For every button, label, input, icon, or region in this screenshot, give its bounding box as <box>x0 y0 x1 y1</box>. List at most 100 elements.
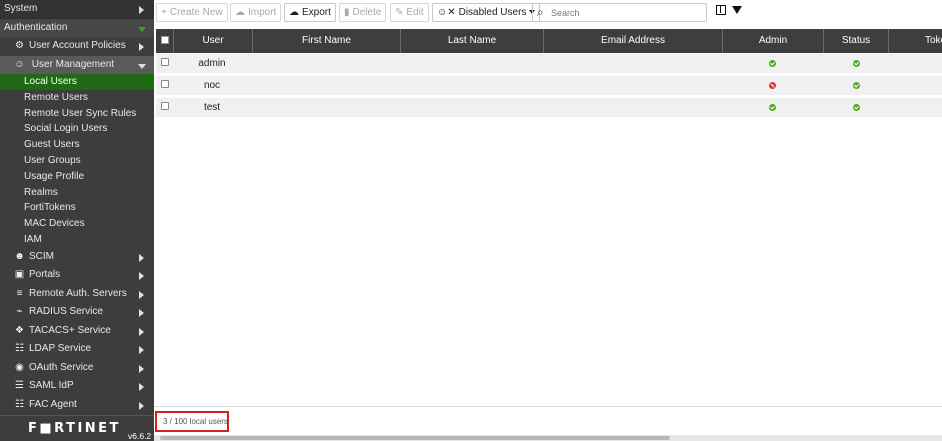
table-row[interactable]: noc <box>156 76 942 95</box>
column-header-first-name[interactable]: First Name <box>253 29 401 53</box>
user-name-cell[interactable]: admin <box>156 54 268 73</box>
status-check-icon <box>853 104 860 111</box>
sidebar-item-fortitokens[interactable]: FortiTokens <box>0 200 154 216</box>
chevron-down-icon <box>138 26 146 32</box>
search-box: ⌕ <box>532 3 707 22</box>
sidebar-item-usage-profile[interactable]: Usage Profile <box>0 169 154 185</box>
chevron-right-icon <box>139 401 144 410</box>
user-name-cell[interactable]: noc <box>156 76 268 95</box>
table-header: User First Name Last Name Email Address … <box>156 29 942 53</box>
search-input[interactable] <box>551 5 701 20</box>
sidebar-item-system[interactable]: System <box>0 0 154 19</box>
users-icon: ☺ <box>14 58 25 70</box>
scrollbar-thumb[interactable] <box>160 436 670 440</box>
sidebar-item-label: User Management <box>31 58 115 70</box>
pencil-icon: ✎ <box>395 7 404 18</box>
sidebar-item-label: RADIUS Service <box>29 306 103 318</box>
chevron-right-icon <box>139 253 144 262</box>
sidebar-item-iam[interactable]: IAM <box>0 232 154 248</box>
chevron-right-icon <box>139 290 144 299</box>
column-header-email[interactable]: Email Address <box>544 29 723 53</box>
sidebar-category-authentication[interactable]: Authentication <box>0 18 154 37</box>
sidebar-item-mac-devices[interactable]: MAC Devices <box>0 216 154 232</box>
import-button[interactable]: ☁ Import <box>230 3 282 22</box>
status-check-icon <box>853 82 860 89</box>
sidebar-item-scim[interactable]: ☻ SCIM <box>0 248 154 267</box>
sidebar-nav: System Authentication ⚙ User Account Poli… <box>0 0 154 441</box>
sidebar-item-saml-idp[interactable]: ☰ SAML IdP <box>0 377 154 396</box>
sidebar-item-user-groups[interactable]: User Groups <box>0 153 154 169</box>
sidebar-item-remote-users[interactable]: Remote Users <box>0 90 154 106</box>
sidebar-footer: F■RTINET v6.6.2 <box>0 415 154 441</box>
sidebar-item-label: System <box>4 3 38 14</box>
create-new-button[interactable]: + Create New <box>156 3 228 22</box>
filter-icon[interactable] <box>732 6 742 14</box>
user-gear-icon: ⚙ <box>15 40 24 51</box>
sidebar-item-label: OAuth Service <box>29 361 94 373</box>
directory-icon: ☷ <box>15 343 24 355</box>
chevron-right-icon <box>139 43 144 51</box>
network-icon: ❖ <box>15 324 24 336</box>
sidebar-item-label: FAC Agent <box>29 398 77 410</box>
sidebar-item-user-management[interactable]: ☺ User Management <box>0 55 154 74</box>
local-users-table: User First Name Last Name Email Address … <box>156 29 942 405</box>
sidebar-item-social-login-users[interactable]: Social Login Users <box>0 121 154 137</box>
disabled-users-filter-dropdown[interactable]: ☺✕ Disabled Users <box>432 3 541 22</box>
server-icon: ≡ <box>16 287 23 299</box>
fortinet-logo: F■RTINET <box>28 421 121 436</box>
sidebar-item-user-account-policies[interactable]: ⚙ User Account Policies <box>0 37 154 56</box>
chevron-right-icon <box>139 6 144 14</box>
column-header-user[interactable]: User <box>174 29 253 53</box>
trash-icon: ▮ <box>344 7 350 18</box>
status-check-icon <box>853 60 860 67</box>
user-sync-icon: ☻ <box>14 250 25 262</box>
sidebar-item-radius-service[interactable]: ⌁ RADIUS Service <box>0 303 154 322</box>
user-x-icon: ☺✕ <box>437 7 456 18</box>
sidebar-item-realms[interactable]: Realms <box>0 185 154 201</box>
table-row[interactable]: test <box>156 98 942 117</box>
sidebar-item-label: LDAP Service <box>29 343 92 355</box>
sidebar-item-remote-auth-servers[interactable]: ≡ Remote Auth. Servers <box>0 285 154 304</box>
sidebar-item-ldap-service[interactable]: ☷ LDAP Service <box>0 340 154 359</box>
column-header-tokens[interactable]: Toke <box>889 29 942 53</box>
fortigate-window: System Authentication ⚙ User Account Poli… <box>0 0 942 441</box>
column-settings-icon[interactable] <box>716 5 726 15</box>
sidebar-item-label: User Account Policies <box>29 40 126 51</box>
sidebar-item-label: SAML IdP <box>29 380 74 392</box>
chevron-right-icon <box>139 364 144 373</box>
sidebar-item-local-users[interactable]: Local Users <box>0 74 154 90</box>
table-row[interactable]: admin <box>156 54 942 73</box>
chevron-right-icon <box>139 327 144 336</box>
select-all-checkbox[interactable] <box>161 36 169 44</box>
sidebar-item-guest-users[interactable]: Guest Users <box>0 137 154 153</box>
sidebar-item-oauth-service[interactable]: ◉ OAuth Service <box>0 359 154 378</box>
column-header-status[interactable]: Status <box>824 29 889 53</box>
sidebar-item-remote-user-sync-rules[interactable]: Remote User Sync Rules <box>0 106 154 122</box>
chevron-right-icon <box>139 309 144 318</box>
sidebar-item-label: Remote Auth. Servers <box>29 287 127 299</box>
admin-check-icon <box>769 104 776 111</box>
search-icon: ⌕ <box>537 5 544 19</box>
export-button[interactable]: ☁ Export <box>284 3 336 22</box>
document-icon: ☰ <box>15 380 24 392</box>
sidebar-item-label: SCIM <box>29 250 54 262</box>
column-header-last-name[interactable]: Last Name <box>401 29 544 53</box>
cloud-download-icon: ☁ <box>289 7 299 18</box>
delete-button[interactable]: ▮ Delete <box>339 3 387 22</box>
select-all-cell <box>156 29 174 53</box>
sidebar-item-tacacs-service[interactable]: ❖ TACACS+ Service <box>0 322 154 341</box>
chevron-right-icon <box>139 346 144 355</box>
sidebar-item-portals[interactable]: ▣ Portals <box>0 266 154 285</box>
toolbar: + Create New ☁ Import ☁ Export ▮ Delete ✎ Edi… <box>154 0 942 26</box>
sidebar-item-label: Authentication <box>4 21 68 33</box>
sidebar-item-fac-agent[interactable]: ☷ FAC Agent <box>0 396 154 415</box>
chevron-right-icon <box>139 272 144 281</box>
chevron-right-icon <box>139 383 144 392</box>
admin-check-icon <box>769 60 776 67</box>
edit-button[interactable]: ✎ Edit <box>390 3 429 22</box>
horizontal-scrollbar[interactable] <box>154 435 942 441</box>
wifi-icon: ⌁ <box>16 306 23 318</box>
column-header-admin[interactable]: Admin <box>723 29 824 53</box>
user-name-cell[interactable]: test <box>156 98 268 117</box>
chevron-down-icon <box>138 63 146 69</box>
